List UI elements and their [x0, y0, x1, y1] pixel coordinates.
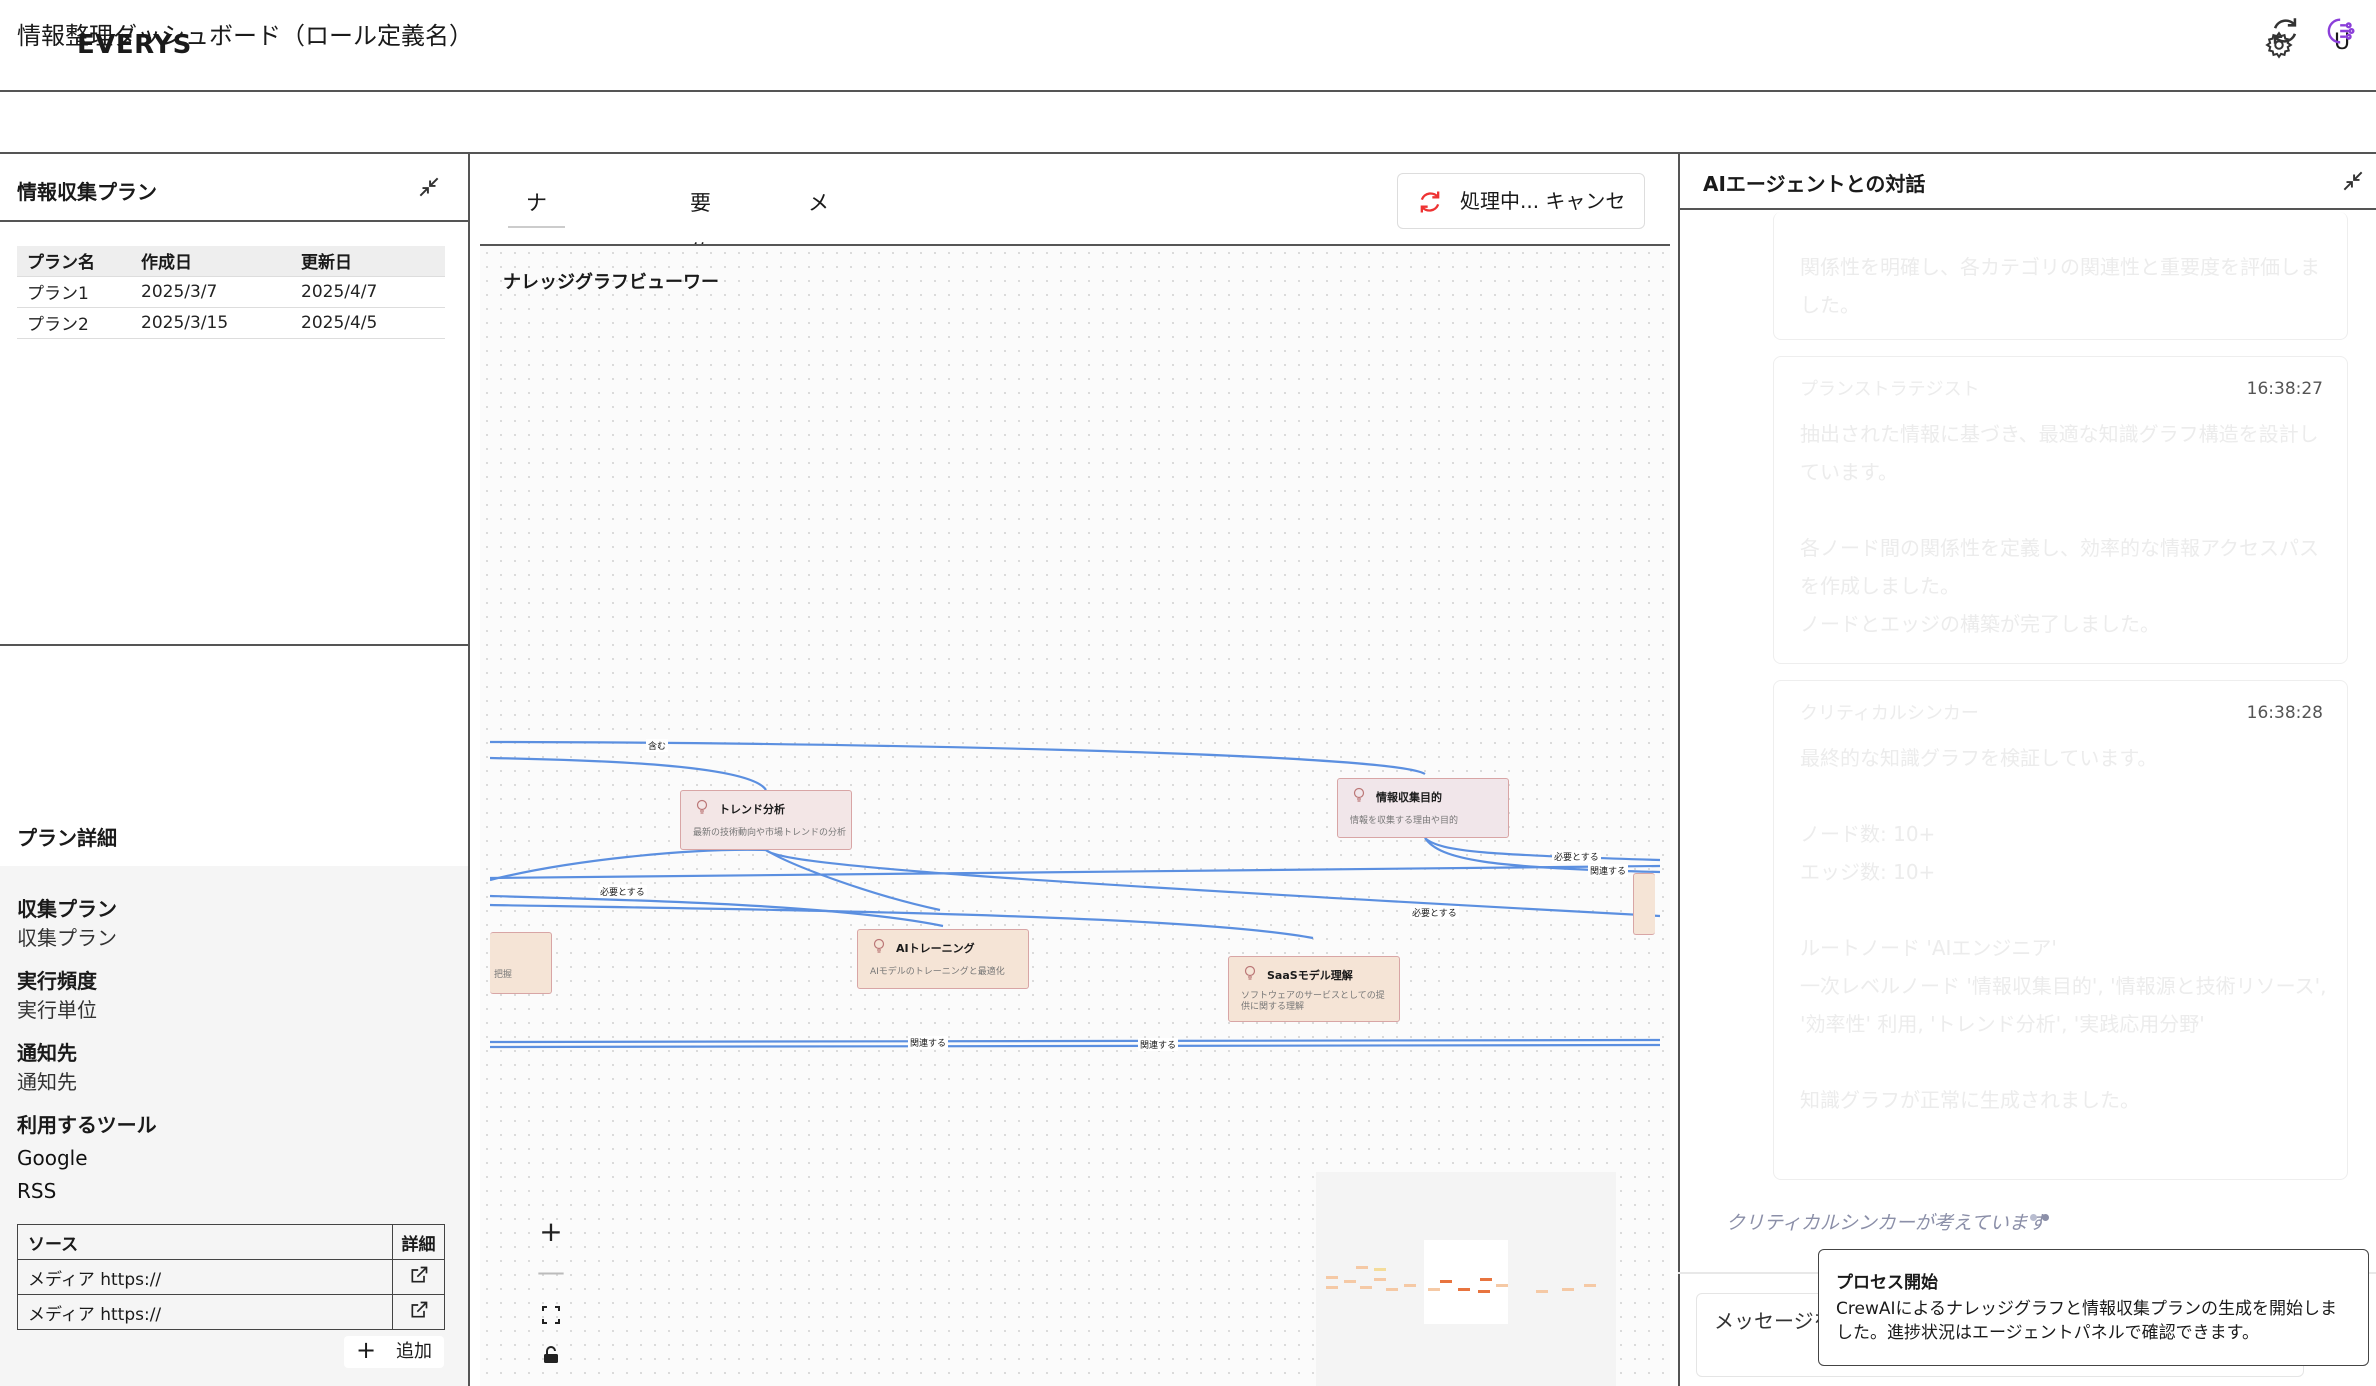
refresh-icon[interactable]	[2268, 14, 2302, 48]
plans-panel-title: 情報収集プラン	[17, 180, 157, 204]
tool-item: RSS	[17, 1179, 57, 1203]
table-row[interactable]: プラン2 2025/3/15 2025/4/5	[17, 306, 445, 339]
sources-table: ソース 詳細 メディア https:// メディア https://	[17, 1224, 445, 1330]
thinking-indicator: クリティカルシンカーが考えています	[1726, 1212, 2047, 1234]
field-value: 実行単位	[17, 998, 97, 1022]
plus-icon: +	[356, 1336, 377, 1364]
chat-message: 関係性を明確し、各カテゴリの関連性と重要度を評価しました。	[1773, 212, 2348, 340]
minimap-nodes	[1326, 1266, 1596, 1293]
source-url: メディア https://	[17, 1259, 393, 1295]
graph-node[interactable]: トレンド分析 最新の技術動向や市場トレンドの分析	[680, 790, 852, 850]
graph-node[interactable]: 把握	[490, 932, 552, 994]
message-text: 抽出された情報に基づき、最適な知識グラフ構造を設計しています。 各ノード間の関係…	[1800, 422, 2319, 636]
edge-label: 必要とする	[598, 885, 647, 898]
field-value: 収集プラン	[17, 926, 117, 950]
spinner-icon	[1420, 191, 1440, 213]
graph-node[interactable]	[1633, 873, 1655, 935]
source-url: メディア https://	[17, 1294, 393, 1330]
viewer-title: ナレッジグラフビューワー	[503, 272, 719, 293]
zoom-out-button[interactable]: —	[530, 1252, 572, 1292]
collapse-icon[interactable]	[416, 174, 442, 200]
typing-dot	[2042, 1214, 2049, 1221]
plan-name[interactable]: プラン2	[17, 306, 141, 339]
field-label: 通知先	[17, 1041, 77, 1065]
add-label: 追加	[396, 1341, 432, 1362]
ai-agent-icon[interactable]	[2326, 14, 2360, 48]
edge-label: 必要とする	[1552, 850, 1601, 863]
node-title: 情報収集目的	[1376, 791, 1442, 804]
node-description: AIモデルのトレーニングと最適化	[870, 967, 1005, 977]
edge-label: 関連する	[908, 1036, 949, 1049]
node-title: トレンド分析	[719, 803, 785, 816]
column-header-plan-name[interactable]: プラン名	[17, 246, 141, 276]
plan-detail-title: プラン詳細	[17, 826, 117, 850]
collapse-icon[interactable]	[2340, 168, 2366, 194]
tab-summary[interactable]: 要約結果	[672, 178, 729, 365]
zoom-in-button[interactable]: +	[530, 1212, 572, 1252]
external-link-icon[interactable]	[409, 1265, 429, 1285]
graph-node[interactable]: 情報収集目的 情報を収集する理由や目的	[1337, 778, 1509, 838]
node-description: 情報を収集する理由や目的	[1350, 816, 1459, 826]
cancel-processing-button[interactable]: 処理中... キャンセル	[1397, 173, 1645, 267]
message-author: プランストラテジスト	[1800, 379, 1980, 400]
node-description: ソフトウェアのサービスとしての提供に関する理解	[1241, 991, 1385, 1012]
field-label: 収集プラン	[17, 897, 117, 921]
tab-knowledge-graph[interactable]: ナレッジグラフ	[508, 178, 565, 515]
minimap[interactable]	[1316, 1172, 1616, 1386]
column-header-source: ソース	[17, 1224, 393, 1260]
node-description: 把握	[494, 970, 513, 980]
table-row: メディア https://	[17, 1259, 445, 1295]
fit-view-icon[interactable]	[542, 1306, 560, 1324]
message-author: クリティカルシンカー	[1800, 703, 1979, 724]
message-time: 16:38:27	[2246, 379, 2323, 399]
chat-message: プランストラテジスト 16:38:27 抽出された情報に基づき、最適な知識グラフ…	[1773, 356, 2348, 664]
plans-table: プラン名 作成日 更新日 プラン1 2025/3/7 2025/4/7 プラン2…	[17, 246, 445, 339]
edge-label: 関連する	[1588, 864, 1629, 877]
updated-date: 2025/4/5	[301, 306, 445, 339]
node-description: 最新の技術動向や市場トレンドの分析	[693, 828, 847, 838]
open-link-button[interactable]	[392, 1259, 445, 1295]
updated-date: 2025/4/7	[301, 275, 445, 307]
page-title: 情報整理ダッシュボード（ロール定義名）	[17, 22, 473, 50]
message-time: 16:38:28	[2246, 703, 2323, 723]
lock-icon[interactable]	[543, 1346, 559, 1364]
tab-memo[interactable]: メモ	[790, 178, 847, 265]
graph-node[interactable]: SaaSモデル理解 ソフトウェアのサービスとしての提供に関する理解	[1228, 956, 1400, 1022]
field-value: 通知先	[17, 1070, 77, 1094]
edge-label: 含む	[646, 739, 669, 752]
external-link-icon[interactable]	[409, 1300, 429, 1320]
created-date: 2025/3/7	[141, 275, 301, 307]
chat-title: AIエージェントとの対話	[1703, 172, 1926, 196]
edge-label: 必要とする	[1410, 906, 1459, 919]
open-link-button[interactable]	[392, 1294, 445, 1330]
chat-message: クリティカルシンカー 16:38:28 最終的な知識グラフを検証しています。 ノ…	[1773, 680, 2348, 1180]
table-row[interactable]: プラン1 2025/3/7 2025/4/7	[17, 275, 445, 307]
bulb-icon	[1244, 965, 1256, 980]
bulb-icon	[696, 799, 708, 814]
tool-item: Google	[17, 1146, 88, 1170]
table-row: メディア https://	[17, 1294, 445, 1330]
node-title: SaaSモデル理解	[1267, 969, 1353, 982]
field-label: 実行頻度	[17, 969, 97, 993]
plan-name[interactable]: プラン1	[17, 275, 141, 307]
bulb-icon	[873, 938, 885, 953]
column-header-created[interactable]: 作成日	[141, 246, 301, 276]
zoom-controls: + —	[530, 1212, 572, 1380]
node-title: AIトレーニング	[896, 942, 975, 955]
message-text: 関係性を明確し、各カテゴリの関連性と重要度を評価しました。	[1800, 255, 2320, 317]
typing-dot	[2030, 1214, 2037, 1221]
edge-label: 関連する	[1138, 1038, 1179, 1051]
column-header-updated[interactable]: 更新日	[301, 246, 445, 276]
toast-title: プロセス開始	[1836, 1273, 1938, 1293]
message-text: 最終的な知識グラフを検証しています。 ノード数: 10+ エッジ数: 10+ ル…	[1800, 746, 2327, 1112]
graph-node[interactable]: AIトレーニング AIモデルのトレーニングと最適化	[857, 929, 1029, 989]
bulb-icon	[1353, 787, 1365, 802]
add-source-button[interactable]: + 追加	[344, 1336, 444, 1368]
graph-edges	[490, 740, 1660, 1049]
title-bar	[0, 92, 2376, 154]
tools-label: 利用するツール	[17, 1113, 157, 1137]
created-date: 2025/3/15	[141, 306, 301, 339]
column-header-detail: 詳細	[392, 1224, 445, 1260]
toast-body: CrewAIによるナレッジグラフと情報収集プランの生成を開始しました。進捗状況は…	[1836, 1299, 2337, 1343]
